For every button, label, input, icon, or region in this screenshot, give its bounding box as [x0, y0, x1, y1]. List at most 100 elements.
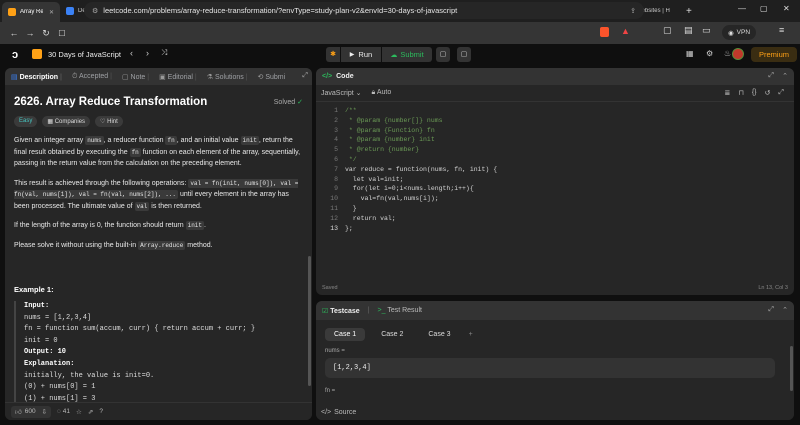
format-icon[interactable]: ≣: [724, 89, 730, 97]
code-line[interactable]: }: [345, 204, 497, 214]
paragraph-text: If the length of the array is 0, the fun…: [14, 222, 186, 229]
url-field[interactable]: ⚙ leetcode.com/problems/array-reduce-tra…: [84, 2, 644, 19]
tab-solutions[interactable]: ⚗ Solutions |: [207, 73, 248, 81]
bookmark-code-icon[interactable]: ⊓: [738, 89, 743, 97]
tab-submi[interactable]: ⟲ Submi: [258, 73, 286, 81]
case-2-tab[interactable]: Case 2: [372, 328, 412, 341]
example-title: Example 1:: [14, 285, 54, 294]
maximize-editor-icon[interactable]: ⤢: [768, 72, 774, 80]
tab-divider: |: [108, 72, 112, 80]
browser-tab[interactable]: Array Re ✕: [2, 2, 60, 22]
study-plan-title[interactable]: 30 Days of JavaScript: [48, 50, 121, 59]
code-line[interactable]: * @param {Function} fn: [345, 126, 497, 136]
site-info-icon[interactable]: ⚙: [92, 7, 98, 15]
tab-note[interactable]: ▢ Note |: [122, 73, 149, 81]
collapse-editor-icon[interactable]: ⌃: [782, 72, 788, 80]
settings-icon[interactable]: ⚙: [706, 49, 713, 58]
shuffle-icon[interactable]: ⤨: [161, 48, 167, 58]
problem-title[interactable]: 2626. Array Reduce Transformation: [14, 96, 207, 108]
language-select[interactable]: JavaScript ⌄: [321, 89, 362, 97]
code-line[interactable]: };: [345, 224, 497, 234]
menu-icon[interactable]: ≡: [779, 25, 784, 35]
tab-label: Description: [19, 73, 59, 81]
brave-shield-icon[interactable]: [600, 27, 609, 37]
code-line[interactable]: val=fn(val,nums[i]);: [345, 194, 497, 204]
leetcode-logo-icon[interactable]: ↄ: [12, 49, 18, 61]
close-window-icon[interactable]: ✕: [783, 4, 790, 13]
like-button[interactable]: 👍︎ 600 ⇩: [11, 405, 52, 418]
wallet-icon[interactable]: ▭: [702, 25, 711, 36]
code-editor[interactable]: /** * @param {number[]} nums * @param {F…: [338, 106, 497, 233]
maximize-icon[interactable]: ▢: [760, 4, 768, 13]
favorite-icon[interactable]: ☆: [76, 408, 82, 416]
next-problem-icon[interactable]: ›: [146, 48, 149, 58]
testcase-panel: ☑ Testcase | >_ Test Result ⤢ ⌃ Case 1 C…: [316, 301, 794, 420]
description-scrollbar[interactable]: [308, 256, 311, 386]
editor-body[interactable]: 1 2 3 4 5 6 7 8 9 10 11 12 13 /** * @param {number[]…: [316, 102, 794, 233]
companies-tag[interactable]: ▦ Companies: [42, 116, 91, 127]
whiteboard-button[interactable]: ▢: [457, 47, 471, 62]
code-line[interactable]: * @return {number}: [345, 145, 497, 155]
tab-editorial[interactable]: ▣ Editorial |: [159, 73, 197, 81]
auto-indicator[interactable]: 🔒︎ Auto: [372, 89, 392, 97]
avatar[interactable]: [732, 48, 744, 60]
premium-button[interactable]: Premium: [751, 47, 797, 62]
testcase-tab-bar: ☑ Testcase | >_ Test Result: [316, 301, 794, 320]
code-line[interactable]: */: [345, 155, 497, 165]
layout-icon[interactable]: ▦: [686, 49, 694, 58]
share-icon[interactable]: ⇪: [630, 7, 636, 15]
notes-button[interactable]: ▢: [436, 47, 450, 62]
testcase-scrollbar[interactable]: [790, 346, 793, 391]
case-1-tab[interactable]: Case 1: [325, 328, 366, 341]
code-line[interactable]: * @param {number[]} nums: [345, 116, 497, 126]
new-tab-button[interactable]: +: [686, 6, 692, 17]
fullscreen-icon[interactable]: ⤢: [778, 89, 784, 97]
braces-icon[interactable]: {}: [752, 89, 757, 97]
bookmark-icon[interactable]: ☐: [54, 29, 70, 38]
prev-problem-icon[interactable]: ‹: [130, 48, 133, 58]
code-line[interactable]: for(let i=0;i<nums.length;i++){: [345, 184, 497, 194]
add-case-icon[interactable]: +: [467, 328, 475, 341]
upload-icon: ☁: [390, 51, 398, 59]
back-icon[interactable]: ←: [6, 28, 22, 38]
comments-button[interactable]: ◌ 41: [57, 408, 70, 415]
extensions-icon[interactable]: ▢: [663, 25, 672, 36]
streak-icon[interactable]: ♨: [724, 49, 731, 58]
code-line[interactable]: return val;: [345, 214, 497, 224]
tab-test-result[interactable]: >_ Test Result: [378, 307, 422, 314]
nums-input[interactable]: [1,2,3,4]: [325, 358, 775, 378]
maximize-testcase-icon[interactable]: ⤢: [768, 306, 774, 314]
maximize-panel-icon[interactable]: ⤢: [302, 72, 308, 80]
collapse-testcase-icon[interactable]: ⌃: [782, 306, 788, 314]
help-icon[interactable]: ?: [99, 408, 103, 415]
reset-icon[interactable]: ↺: [765, 89, 771, 97]
case-3-tab[interactable]: Case 3: [419, 328, 459, 341]
close-tab-icon[interactable]: ✕: [49, 9, 54, 16]
url-text[interactable]: leetcode.com/problems/array-reduce-trans…: [103, 6, 457, 15]
tab-testcase[interactable]: ☑ Testcase: [322, 307, 360, 315]
tab-accepted[interactable]: ⏱ Accepted |: [72, 73, 112, 81]
submit-button[interactable]: ☁ Submit: [382, 47, 432, 62]
paragraph-text: Given an integer array: [14, 137, 86, 144]
hint-tag[interactable]: ♡ Hint: [95, 116, 123, 127]
reload-icon[interactable]: ↻: [38, 28, 54, 39]
code-line[interactable]: let val=init;: [345, 175, 497, 185]
difficulty-badge[interactable]: Easy: [14, 116, 38, 127]
paragraph-text: This result is achieved through the foll…: [14, 179, 189, 187]
code-line[interactable]: var reduce = function(nums, fn, init) {: [345, 165, 497, 175]
code-line[interactable]: /**: [345, 106, 497, 116]
code-line[interactable]: * @param {number} init: [345, 135, 497, 145]
sidebar-icon[interactable]: ▤: [684, 25, 693, 36]
share-link-icon[interactable]: ⇗: [88, 408, 93, 416]
run-button[interactable]: ▶ Run: [341, 47, 381, 62]
source-button[interactable]: </> Source: [316, 404, 794, 420]
line-number: 8: [334, 175, 338, 183]
rewards-icon[interactable]: ▲: [621, 26, 630, 36]
minimize-icon[interactable]: —: [738, 4, 746, 13]
tab-description[interactable]: ▤ Description |: [11, 73, 62, 81]
forward-icon[interactable]: →: [22, 28, 38, 38]
line-number: 11: [330, 204, 338, 212]
debug-button[interactable]: ✱: [326, 47, 340, 62]
vpn-button[interactable]: ◉ VPN: [722, 25, 757, 40]
description-paragraph-2: This result is achieved through the foll…: [14, 178, 303, 213]
